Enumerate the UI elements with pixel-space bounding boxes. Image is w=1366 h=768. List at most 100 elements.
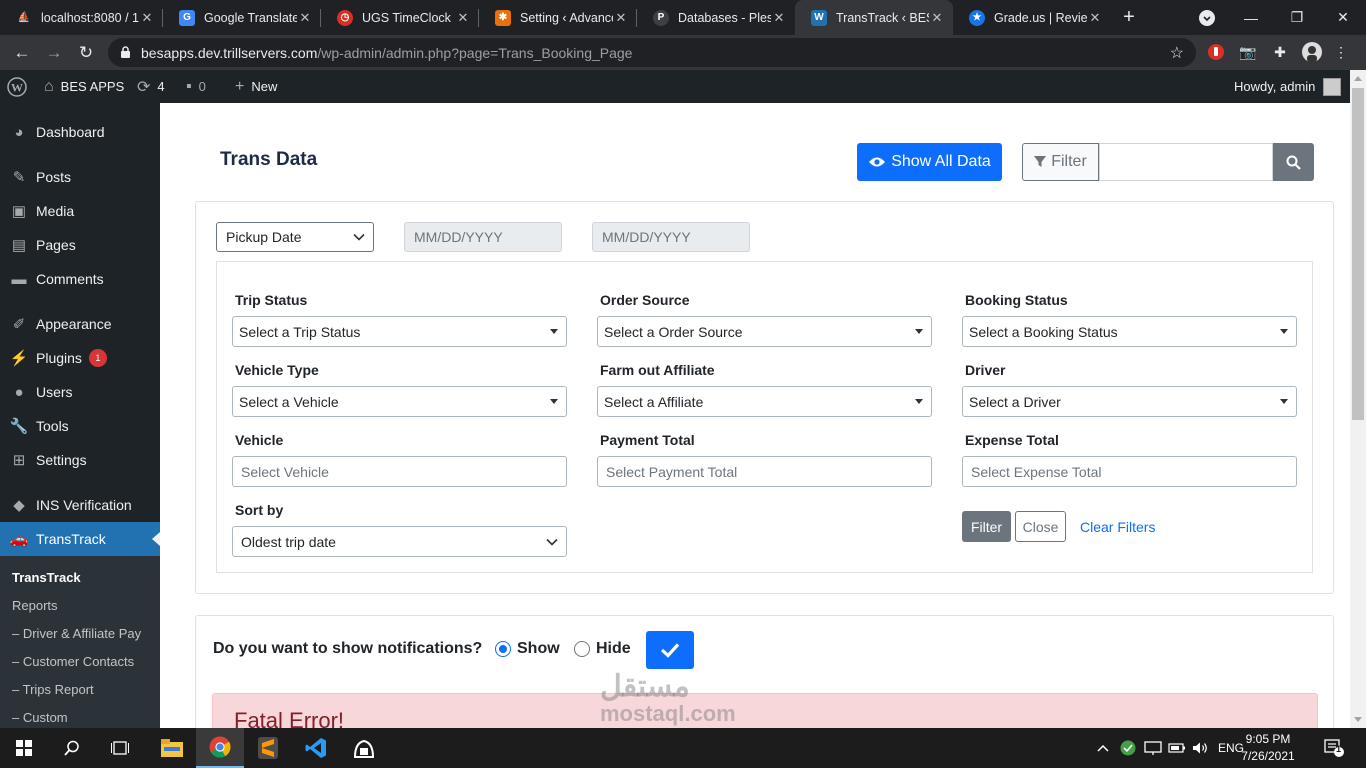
- submenu-item-customer-contacts[interactable]: – Customer Contacts: [12, 654, 134, 669]
- close-tab-icon[interactable]: ✕: [1087, 10, 1103, 26]
- sublime-text-icon[interactable]: [244, 728, 292, 768]
- order-source-select[interactable]: Select a Order Source: [597, 316, 932, 347]
- browser-tab-phpmyadmin[interactable]: ⛵ localhost:8080 / 1 ✕: [0, 0, 163, 35]
- chrome-icon[interactable]: [196, 728, 244, 768]
- page-scrollbar[interactable]: [1350, 70, 1366, 728]
- system-clock[interactable]: 9:05 PM 7/26/2021: [1228, 731, 1308, 765]
- minimize-button[interactable]: —: [1228, 0, 1274, 35]
- hide-radio[interactable]: Hide: [574, 640, 631, 658]
- sidebar-item-pages[interactable]: ▤ Pages: [0, 228, 160, 262]
- date-type-select[interactable]: Pickup Date: [216, 222, 374, 252]
- task-view-icon[interactable]: [96, 728, 144, 768]
- tab-search-icon[interactable]: [1184, 0, 1230, 35]
- booking-status-select[interactable]: Select a Booking Status: [962, 316, 1297, 347]
- avatar: [1323, 77, 1342, 96]
- comments-link[interactable]: ▪ 0: [186, 70, 206, 103]
- close-tab-icon[interactable]: ✕: [771, 10, 787, 26]
- file-explorer-icon[interactable]: [148, 728, 196, 768]
- browser-tab-timeclock[interactable]: ◷ UGS TimeClock 1 ✕: [321, 0, 479, 35]
- close-filter-button[interactable]: Close: [1015, 511, 1066, 542]
- submenu-item-reports[interactable]: Reports: [12, 598, 58, 613]
- browser-tab-transtrack[interactable]: W TransTrack ‹ BES A ✕: [795, 0, 953, 35]
- date-to-input[interactable]: MM/DD/YYYY: [592, 222, 750, 252]
- close-tab-icon[interactable]: ✕: [297, 10, 313, 26]
- radio-unchecked-icon: [574, 641, 590, 657]
- expense-total-input[interactable]: Select Expense Total: [962, 456, 1297, 487]
- sidebar-item-settings[interactable]: ⊞ Settings: [0, 443, 160, 477]
- search-icon[interactable]: [48, 728, 96, 768]
- filter-toggle-button[interactable]: Filter: [1022, 143, 1099, 181]
- vehicle-input[interactable]: Select Vehicle: [232, 456, 567, 487]
- browser-tab-translate[interactable]: G Google Translate ✕: [163, 0, 321, 35]
- close-tab-icon[interactable]: ✕: [455, 10, 471, 26]
- bookmark-star-icon[interactable]: ☆: [1170, 43, 1184, 63]
- network-icon[interactable]: [1144, 728, 1162, 768]
- submenu-item-trips-report[interactable]: – Trips Report: [12, 682, 94, 697]
- vehicle-type-select[interactable]: Select a Vehicle: [232, 386, 567, 417]
- camera-icon[interactable]: 📷: [1237, 41, 1259, 63]
- site-name-link[interactable]: ⌂ BES APPS: [44, 70, 124, 103]
- sidebar-item-transtrack[interactable]: 🚗 TransTrack: [0, 522, 160, 556]
- action-center-icon[interactable]: 1: [1324, 728, 1344, 768]
- sidebar-item-dashboard[interactable]: ◕ Dashboard: [0, 115, 160, 149]
- scroll-up-icon[interactable]: [1354, 76, 1362, 81]
- reload-icon[interactable]: ↻: [72, 35, 100, 70]
- new-tab-button[interactable]: +: [1120, 0, 1138, 35]
- clear-filters-link[interactable]: Clear Filters: [1080, 519, 1155, 535]
- volume-icon[interactable]: [1192, 728, 1208, 768]
- maximize-button[interactable]: ❐: [1274, 0, 1320, 35]
- vscode-icon[interactable]: [292, 728, 340, 768]
- trip-status-select[interactable]: Select a Trip Status: [232, 316, 567, 347]
- sidebar-item-users[interactable]: ● Users: [0, 375, 160, 409]
- close-tab-icon[interactable]: ✕: [139, 10, 155, 26]
- updates-link[interactable]: ⟳ 4: [137, 70, 165, 103]
- windows-start-icon[interactable]: [0, 728, 48, 768]
- back-arrow-icon[interactable]: ←: [8, 35, 36, 70]
- save-notification-button[interactable]: [646, 631, 694, 669]
- puzzle-icon[interactable]: ✚: [1269, 41, 1291, 63]
- profile-avatar[interactable]: [1301, 41, 1323, 63]
- driver-select[interactable]: Select a Driver: [962, 386, 1297, 417]
- battery-icon[interactable]: [1168, 728, 1186, 768]
- apply-filter-button[interactable]: Filter: [962, 511, 1011, 542]
- date-from-input[interactable]: MM/DD/YYYY: [404, 222, 562, 252]
- wordpress-logo-icon[interactable]: W: [7, 70, 27, 103]
- browser-tab-plesk[interactable]: P Databases - Plesk ✕: [637, 0, 795, 35]
- extension-icon[interactable]: [1205, 41, 1227, 63]
- new-content-link[interactable]: + New: [235, 70, 277, 103]
- scroll-down-icon[interactable]: [1354, 717, 1362, 722]
- close-tab-icon[interactable]: ✕: [613, 10, 629, 26]
- payment-total-input[interactable]: Select Payment Total: [597, 456, 932, 487]
- close-window-button[interactable]: ✕: [1320, 0, 1366, 35]
- submenu-item-custom[interactable]: – Custom: [12, 710, 68, 725]
- sidebar-item-ins-verification[interactable]: ◆ INS Verification: [0, 488, 160, 522]
- sidebar-item-plugins[interactable]: ⚡ Plugins 1: [0, 341, 160, 375]
- search-button[interactable]: [1273, 143, 1314, 181]
- search-input[interactable]: [1099, 143, 1273, 181]
- app-icon[interactable]: [340, 728, 388, 768]
- scrollbar-thumb[interactable]: [1352, 88, 1364, 420]
- submenu-item-driver-affiliate-pay[interactable]: – Driver & Affiliate Pay: [12, 626, 141, 641]
- affiliate-label: Farm out Affiliate: [600, 362, 715, 378]
- close-tab-icon[interactable]: ✕: [929, 10, 945, 26]
- updates-icon: ⟳: [137, 78, 151, 96]
- sidebar-item-posts[interactable]: ✎ Posts: [0, 160, 160, 194]
- browser-tab-gradeus[interactable]: ★ Grade.us | Review ✕: [953, 0, 1111, 35]
- address-bar[interactable]: besapps.dev.trillservers.com/wp-admin/ad…: [108, 38, 1196, 67]
- menu-dots-icon[interactable]: ⋮: [1330, 41, 1352, 63]
- sidebar-item-tools[interactable]: 🔧 Tools: [0, 409, 160, 443]
- sidebar-item-appearance[interactable]: ✐ Appearance: [0, 307, 160, 341]
- sidebar-item-comments[interactable]: ▬ Comments: [0, 262, 160, 296]
- caret-down-icon: [550, 329, 558, 334]
- tray-app-icon[interactable]: [1120, 728, 1136, 768]
- forward-arrow-icon[interactable]: →: [40, 35, 68, 70]
- my-account-link[interactable]: Howdy, admin: [1234, 70, 1342, 103]
- show-hidden-icons[interactable]: [1096, 728, 1110, 768]
- browser-tab-setting[interactable]: ✱ Setting ‹ Advance ✕: [479, 0, 637, 35]
- show-radio[interactable]: Show: [495, 640, 560, 658]
- affiliate-select[interactable]: Select a Affiliate: [597, 386, 932, 417]
- show-all-data-button[interactable]: Show All Data: [857, 143, 1002, 181]
- submenu-item-transtrack[interactable]: TransTrack: [12, 570, 81, 585]
- sort-by-select[interactable]: Oldest trip date: [232, 526, 567, 557]
- sidebar-item-media[interactable]: ▣ Media: [0, 194, 160, 228]
